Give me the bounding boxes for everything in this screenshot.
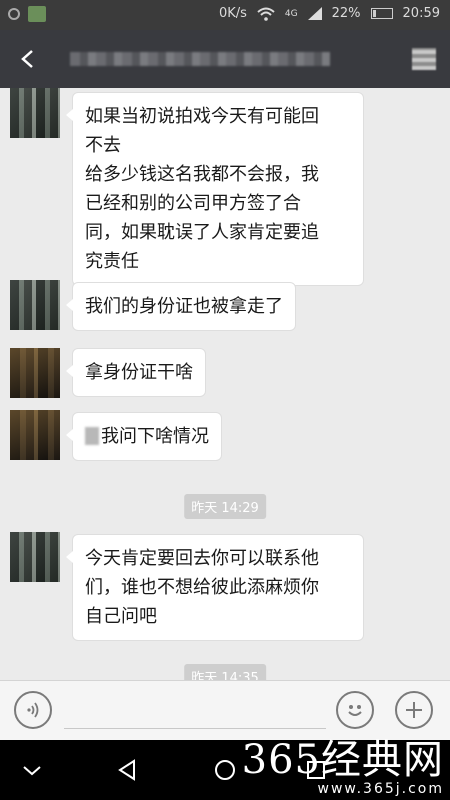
nav-back-icon	[118, 759, 135, 781]
nav-home-icon	[215, 760, 235, 780]
network-speed: 0K/s	[218, 6, 247, 21]
signal-label: 4G	[284, 8, 298, 19]
message-input[interactable]	[64, 693, 326, 729]
voice-button[interactable]	[14, 691, 52, 729]
app-notification-icon	[28, 6, 46, 22]
avatar[interactable]	[10, 410, 60, 460]
nav-back-button[interactable]	[112, 754, 144, 786]
message-text: 我问下啥情况	[85, 422, 209, 451]
nav-home-button[interactable]	[209, 754, 241, 786]
avatar[interactable]	[10, 348, 60, 398]
back-arrow-icon	[21, 50, 33, 68]
avatar[interactable]	[10, 532, 60, 582]
watermark-main: 365经典网	[241, 737, 444, 783]
emoji-icon	[348, 705, 362, 716]
chat-area[interactable]: 如果当初说拍戏今天有可能回 不去 给多少钱这名我都不会报，我 已经和别的公司甲方…	[0, 88, 450, 680]
more-button[interactable]	[395, 691, 433, 729]
settings-indicator-icon	[8, 8, 20, 20]
message-text: 拿身份证干啥	[85, 362, 193, 383]
emoji-button[interactable]	[336, 691, 374, 729]
site-watermark: 365经典网 www.365j.com	[242, 740, 444, 796]
message-text: 如果当初说拍戏今天有可能回	[85, 106, 319, 127]
message-bubble[interactable]: 如果当初说拍戏今天有可能回 不去 给多少钱这名我都不会报，我 已经和别的公司甲方…	[66, 92, 364, 286]
battery-icon	[370, 8, 393, 19]
status-bar: 0K/s 4G 22% 20:59	[0, 0, 450, 30]
message-text: 给多少钱这名我都不会报，我	[85, 164, 319, 185]
avatar[interactable]	[10, 280, 60, 330]
message-bubble[interactable]: 我们的身份证也被拿走了	[66, 282, 296, 331]
wifi-icon	[257, 7, 275, 21]
profile-icon	[412, 48, 436, 70]
chat-profile-button[interactable]	[412, 48, 436, 70]
message-bubble[interactable]: 今天肯定要回去你可以联系他 们，谁也不想给彼此添麻烦你 自己问吧	[66, 534, 364, 641]
message-text: 自己问吧	[85, 606, 157, 627]
title-bar	[0, 30, 450, 88]
message-text: 同，如果耽误了人家肯定要追	[85, 222, 319, 243]
message-text: 我们的身份证也被拿走了	[85, 296, 283, 317]
chat-title-redacted	[70, 52, 330, 66]
input-bar	[0, 680, 450, 740]
timestamp: 昨天 14:35	[184, 664, 266, 680]
avatar[interactable]	[10, 88, 60, 138]
message-text: 已经和别的公司甲方签了合	[85, 193, 301, 214]
message-bubble[interactable]: 我问下啥情况	[66, 412, 222, 461]
redaction-mark	[85, 427, 99, 445]
message-text: 们，谁也不想给彼此添麻烦你	[85, 577, 319, 598]
signal-icon	[307, 7, 322, 20]
message-bubble[interactable]: 拿身份证干啥	[66, 348, 206, 397]
battery-percent: 22%	[331, 6, 361, 21]
nav-collapse-button[interactable]	[16, 754, 48, 786]
back-button[interactable]	[12, 42, 46, 76]
voice-icon	[27, 702, 39, 718]
watermark-url: www.365j.com	[317, 781, 444, 797]
message-text: 今天肯定要回去你可以联系他	[85, 548, 319, 569]
message-text: 究责任	[85, 251, 139, 272]
message-text-content: 我问下啥情况	[101, 426, 209, 447]
clock: 20:59	[402, 6, 440, 21]
timestamp: 昨天 14:29	[184, 494, 266, 519]
message-text: 不去	[85, 135, 121, 156]
navigation-bar: 365经典网 www.365j.com	[0, 740, 450, 800]
plus-icon	[406, 702, 422, 718]
chevron-down-icon	[23, 766, 41, 776]
